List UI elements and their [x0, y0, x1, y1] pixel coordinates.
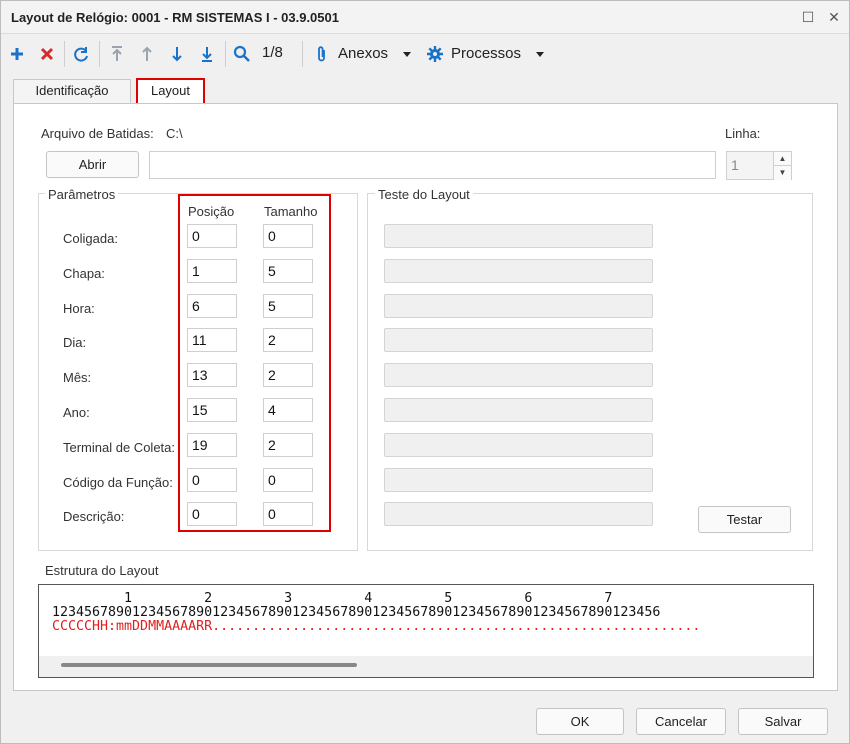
ruler-tens: 1 2 3 4 5 6 7 [52, 591, 613, 606]
teste-output-field [384, 398, 653, 422]
teste-output-field [384, 293, 653, 318]
tab-layout-highlight [136, 78, 205, 105]
testar-button[interactable]: Testar [698, 506, 791, 533]
search-button[interactable] [230, 42, 254, 66]
toolbar: 1/8 Anexos Processos [1, 35, 849, 73]
estrutura-label: Estrutura do Layout [45, 563, 159, 578]
linha-value: 1 [731, 157, 739, 173]
teste-output-field [384, 258, 653, 283]
paperclip-icon [318, 46, 325, 62]
last-record-icon [202, 47, 212, 62]
teste-output-field [384, 432, 653, 457]
teste-layout-legend: Teste do Layout [375, 187, 473, 202]
add-button[interactable] [5, 42, 29, 66]
horizontal-scrollbar[interactable] [39, 656, 813, 677]
toolbar-separator [302, 41, 303, 67]
param-label: Ano: [63, 405, 90, 420]
linha-spinner[interactable]: 1 ▲ ▼ [726, 151, 792, 180]
arquivo-label: Arquivo de Batidas: [41, 126, 154, 141]
teste-output-field [384, 363, 653, 388]
first-record-button[interactable] [105, 42, 129, 66]
anexos-dropdown[interactable]: Anexos [312, 42, 412, 66]
plus-icon [11, 48, 23, 60]
title-bar: Layout de Relógio: 0001 - RM SISTEMAS I … [1, 1, 849, 34]
close-icon[interactable]: ✕ [824, 7, 844, 27]
teste-output-field [384, 224, 653, 248]
record-position: 1/8 [262, 44, 283, 61]
gear-icon [427, 46, 443, 62]
salvar-button[interactable]: Salvar [738, 708, 828, 735]
spin-up-icon[interactable]: ▲ [773, 152, 791, 166]
estrutura-layout-box: 1 2 3 4 5 6 7 12345678901234567890123456… [38, 584, 814, 678]
param-label: Chapa: [63, 265, 105, 281]
next-record-icon [172, 47, 182, 62]
ruler-units: 1234567890123456789012345678901234567890… [52, 605, 661, 620]
teste-output-field [384, 328, 653, 353]
chevron-down-icon [403, 52, 411, 57]
param-label: Hora: [63, 300, 95, 316]
refresh-icon [74, 47, 88, 62]
teste-output-field [384, 502, 653, 527]
anexos-label: Anexos [338, 45, 389, 62]
chevron-down-icon [536, 52, 544, 57]
previous-record-button[interactable] [135, 42, 159, 66]
tab-identificacao[interactable]: Identificação [13, 79, 131, 104]
last-record-button[interactable] [195, 42, 219, 66]
param-label: Coligada: [63, 231, 118, 246]
refresh-button[interactable] [69, 42, 93, 66]
spin-down-icon[interactable]: ▼ [773, 166, 791, 180]
parametros-legend: Parâmetros [45, 187, 119, 202]
param-label: Terminal de Coleta: [63, 439, 175, 455]
delete-button[interactable] [35, 42, 59, 66]
teste-output-field [384, 467, 653, 492]
next-record-button[interactable] [165, 42, 189, 66]
layout-line: CCCCCHH:mmDDMMAAAARR....................… [52, 619, 701, 634]
ok-button[interactable]: OK [536, 708, 624, 735]
processos-dropdown[interactable]: Processos [425, 42, 550, 66]
abrir-button[interactable]: Abrir [46, 151, 139, 178]
param-label: Código da Função: [63, 474, 173, 490]
dialog-window: Layout de Relógio: 0001 - RM SISTEMAS I … [0, 0, 850, 744]
processos-label: Processos [451, 45, 522, 62]
linha-label: Linha: [725, 126, 761, 141]
cancelar-button[interactable]: Cancelar [636, 708, 726, 735]
scrollbar-thumb[interactable] [61, 663, 357, 667]
maximize-icon[interactable]: ☐ [798, 7, 818, 27]
previous-record-icon [142, 46, 152, 61]
posicao-tamanho-highlight [178, 194, 331, 532]
arquivo-path-input[interactable] [149, 151, 716, 179]
arquivo-path: C:\ [166, 126, 183, 141]
search-icon [233, 45, 250, 62]
param-label: Dia: [63, 335, 87, 351]
toolbar-separator [64, 41, 65, 67]
delete-x-icon [40, 47, 54, 61]
toolbar-separator [99, 41, 100, 67]
param-label: Descrição: [63, 509, 125, 525]
toolbar-separator [225, 41, 226, 67]
param-label: Mês: [63, 370, 92, 386]
window-title: Layout de Relógio: 0001 - RM SISTEMAS I … [11, 10, 339, 25]
first-record-icon [112, 46, 122, 61]
